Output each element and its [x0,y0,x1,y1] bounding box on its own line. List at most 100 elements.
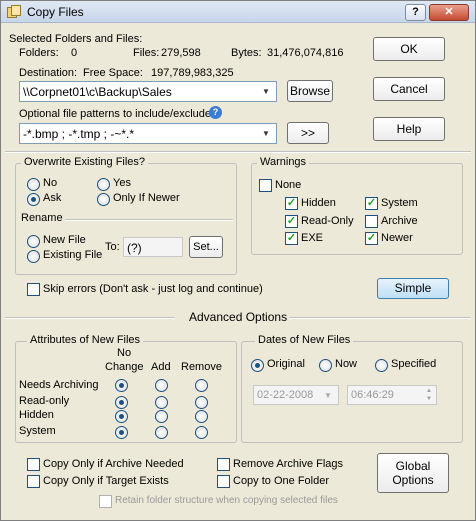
warning-exe-checkbox[interactable]: ✓ [285,232,298,245]
help-button[interactable]: Help [373,117,445,141]
apply-patterns-button[interactable]: >> [287,122,329,144]
attr-readonly-add-radio[interactable] [155,396,168,409]
rename-title: Rename [21,212,63,224]
attr-archiving-nochange-radio[interactable] [115,379,128,392]
destination-label: Destination: [19,67,78,79]
info-icon[interactable]: ? [209,106,222,119]
rename-existing-file-label: Existing File [43,249,103,261]
warning-hidden-checkbox[interactable]: ✓ [285,197,298,210]
rename-existing-file-radio[interactable] [27,250,40,263]
rename-to-value: (?) [127,241,142,255]
warnings-title: Warnings [257,156,310,168]
attr-archiving-add-radio[interactable] [155,379,168,392]
attr-row-label: Read-only [19,395,70,407]
divider [5,151,471,153]
time-value: 06:46:29 [351,389,394,401]
attr-system-add-radio[interactable] [155,426,168,439]
overwrite-yes-radio[interactable] [97,178,110,191]
warning-readonly-checkbox[interactable]: ✓ [285,215,298,228]
copy-target-exists-checkbox[interactable] [27,475,40,488]
attr-hidden-nochange-radio[interactable] [115,410,128,423]
copy-files-icon [7,5,21,18]
browse-button[interactable]: Browse [287,80,333,102]
column-add: Add [151,361,171,373]
bytes-value: 31,476,074,816 [267,47,344,59]
folders-label: Folders: [19,47,59,59]
title-bar[interactable]: Copy Files ? ✕ [1,1,475,23]
overwrite-newer-radio[interactable] [97,193,110,206]
skip-errors-checkbox[interactable] [27,283,40,296]
warning-newer-label: Newer [381,232,413,244]
time-spinner[interactable]: ▲ ▼ [423,387,435,404]
destination-combo[interactable]: \\Corpnet01\c\Backup\Sales ▼ [19,81,277,102]
attr-row-label: Needs Archiving [19,379,99,391]
chevron-down-icon[interactable]: ▼ [258,126,274,141]
remove-archive-flags-checkbox[interactable] [217,458,230,471]
date-value: 02-22-2008 [257,389,314,401]
rename-new-file-label: New File [43,234,86,246]
date-picker[interactable]: 02-22-2008 ▼ [253,385,339,405]
rename-set-button[interactable]: Set... [189,236,223,258]
date-specified-radio[interactable] [375,359,388,372]
help-title-button[interactable]: ? [405,4,426,21]
date-original-radio[interactable] [251,359,264,372]
spin-up-icon[interactable]: ▲ [423,387,435,395]
copy-one-folder-checkbox[interactable] [217,475,230,488]
global-options-button[interactable]: Global Options [377,453,449,493]
remove-archive-flags-label: Remove Archive Flags [233,458,344,470]
attr-hidden-remove-radio[interactable] [195,410,208,423]
patterns-combo[interactable]: -*.bmp ; -*.tmp ; -~*.* ▼ [19,123,277,144]
column-no-change-line1: No [117,347,132,359]
overwrite-newer-label: Only If Newer [113,192,180,204]
rename-new-file-radio[interactable] [27,235,40,248]
attr-row-label: System [19,425,56,437]
warning-exe-label: EXE [301,232,324,244]
warning-readonly-label: Read-Only [301,215,354,227]
warning-archive-checkbox[interactable] [365,215,378,228]
free-space-value: 197,789,983,325 [151,67,234,79]
attr-readonly-nochange-radio[interactable] [115,396,128,409]
retain-structure-label: Retain folder structure when copying sel… [115,495,338,506]
bytes-label: Bytes: [231,47,262,59]
attributes-title: Attributes of New Files [27,334,144,346]
warning-system-checkbox[interactable]: ✓ [365,197,378,210]
free-space-label: Free Space: [83,67,143,79]
skip-errors-label: Skip errors (Don't ask - just log and co… [43,283,263,295]
attr-archiving-remove-radio[interactable] [195,379,208,392]
rename-to-field[interactable]: (?) [123,237,183,257]
warning-system-label: System [381,197,418,209]
copy-archive-needed-checkbox[interactable] [27,458,40,471]
warning-archive-label: Archive [381,215,418,227]
global-options-line1: Global [395,459,431,473]
files-label: Files: [133,47,160,59]
chevron-down-icon[interactable]: ▼ [258,84,274,99]
folders-value: 0 [71,47,78,59]
spin-down-icon[interactable]: ▼ [423,395,435,403]
overwrite-ask-radio[interactable] [27,193,40,206]
attr-system-nochange-radio[interactable] [115,426,128,439]
warning-none-checkbox[interactable] [259,179,272,192]
copy-one-folder-label: Copy to One Folder [233,475,329,487]
close-button[interactable]: ✕ [429,4,469,21]
attr-hidden-add-radio[interactable] [155,410,168,423]
column-remove: Remove [181,361,222,373]
simple-button[interactable]: Simple [377,278,449,299]
copy-archive-needed-label: Copy Only if Archive Needed [43,458,184,470]
cancel-button[interactable]: Cancel [373,77,445,101]
chevron-down-icon[interactable]: ▼ [320,388,336,403]
window-title: Copy Files [27,5,84,19]
destination-value: \\Corpnet01\c\Backup\Sales [23,85,172,99]
overwrite-no-radio[interactable] [27,178,40,191]
attr-system-remove-radio[interactable] [195,426,208,439]
global-options-line2: Options [392,473,434,487]
time-picker[interactable]: 06:46:29 ▲ ▼ [347,385,437,405]
date-now-radio[interactable] [319,359,332,372]
retain-structure-checkbox[interactable] [99,495,112,508]
rename-to-label: To: [105,241,120,253]
rename-divider [65,219,233,221]
ok-button[interactable]: OK [373,37,445,61]
selection-heading: Selected Folders and Files: [9,33,143,45]
warning-newer-checkbox[interactable]: ✓ [365,232,378,245]
patterns-value: -*.bmp ; -*.tmp ; -~*.* [23,127,135,141]
attr-readonly-remove-radio[interactable] [195,396,208,409]
